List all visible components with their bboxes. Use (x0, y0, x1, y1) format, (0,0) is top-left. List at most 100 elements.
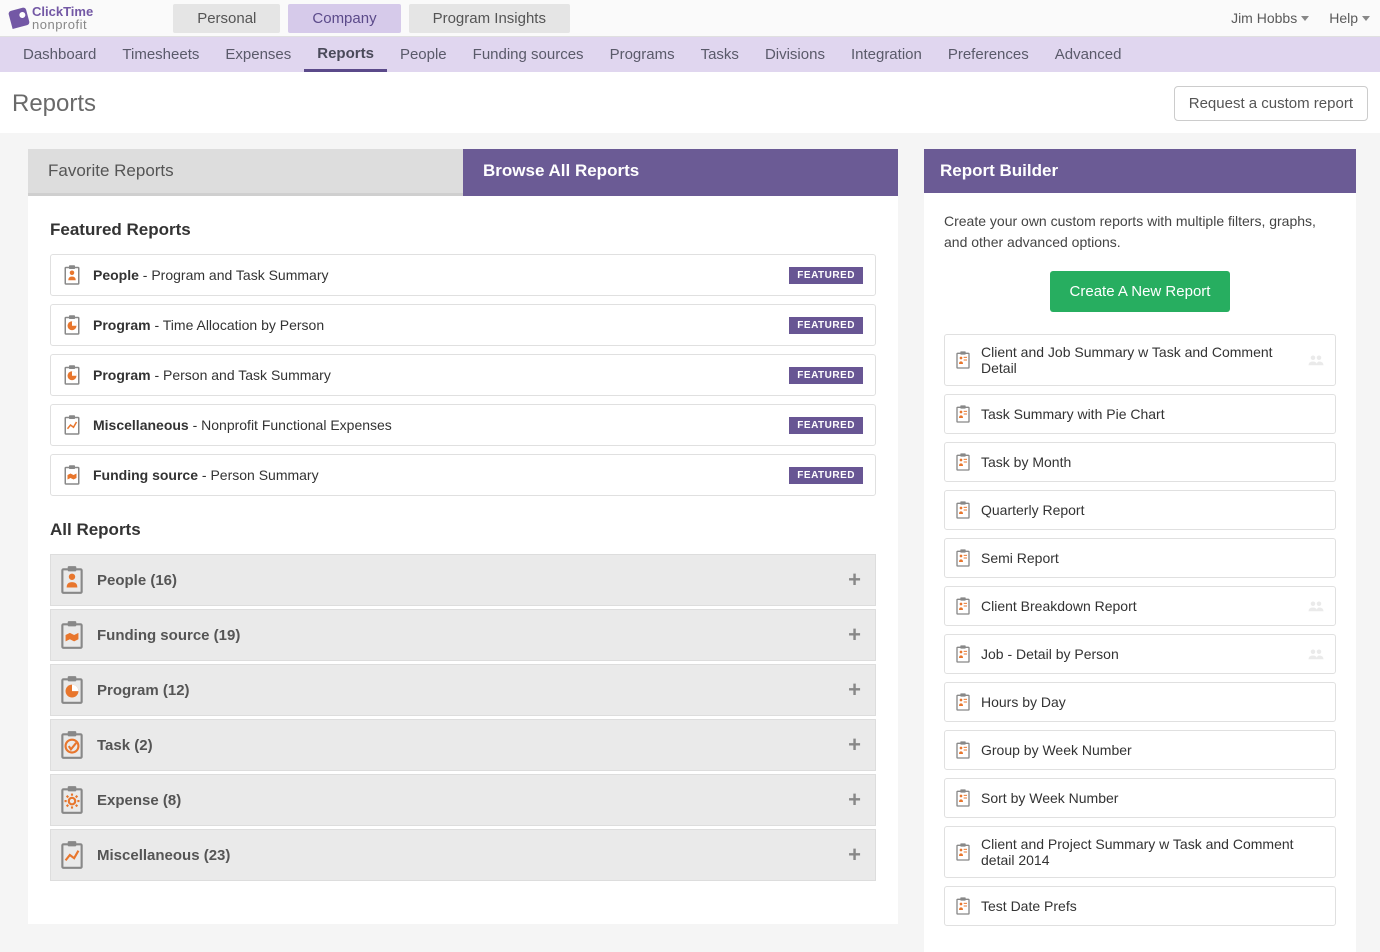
nav-divisions[interactable]: Divisions (752, 37, 838, 72)
featured-badge: FEATURED (789, 317, 863, 334)
clipboard-builder-icon (955, 452, 971, 472)
clipboard-builder-icon (955, 740, 971, 760)
expand-plus-icon: + (848, 677, 861, 703)
report-builder-item[interactable]: Task Summary with Pie Chart (944, 394, 1336, 434)
report-builder-item[interactable]: Hours by Day (944, 682, 1336, 722)
report-builder-item-label: Client and Project Summary w Task and Co… (981, 836, 1325, 868)
report-group-row[interactable]: People (16)+ (50, 554, 876, 606)
caret-down-icon (1362, 16, 1370, 21)
report-group-row[interactable]: Miscellaneous (23)+ (50, 829, 876, 881)
expand-plus-icon: + (848, 787, 861, 813)
report-builder-item[interactable]: Group by Week Number (944, 730, 1336, 770)
shared-users-icon (1307, 353, 1325, 367)
logo-text-2: nonprofit (32, 18, 93, 31)
report-group-row[interactable]: Expense (8)+ (50, 774, 876, 826)
featured-report-row[interactable]: Miscellaneous - Nonprofit Functional Exp… (50, 404, 876, 446)
nav-preferences[interactable]: Preferences (935, 37, 1042, 72)
report-group-row[interactable]: Program (12)+ (50, 664, 876, 716)
clipboard-pie-icon (63, 364, 81, 386)
logo-mark-icon (8, 7, 30, 29)
clipboard-builder-icon (955, 692, 971, 712)
nav-expenses[interactable]: Expenses (212, 37, 304, 72)
nav-tasks[interactable]: Tasks (688, 37, 752, 72)
report-group-row[interactable]: Task (2)+ (50, 719, 876, 771)
shared-users-icon (1307, 647, 1325, 661)
create-new-report-button[interactable]: Create A New Report (1050, 271, 1231, 312)
report-builder-item-label: Group by Week Number (981, 742, 1325, 758)
featured-reports-title: Featured Reports (50, 220, 876, 240)
nav-funding-sources[interactable]: Funding sources (460, 37, 597, 72)
featured-badge: FEATURED (789, 367, 863, 384)
clipboard-builder-icon (955, 404, 971, 424)
clipboard-handshake-icon (59, 620, 85, 650)
request-custom-report-button[interactable]: Request a custom report (1174, 86, 1368, 121)
shared-users-icon (1307, 599, 1325, 613)
user-name-label: Jim Hobbs (1231, 10, 1297, 26)
report-builder-description: Create your own custom reports with mult… (944, 211, 1336, 253)
report-builder-item[interactable]: Task by Month (944, 442, 1336, 482)
nav-dashboard[interactable]: Dashboard (10, 37, 109, 72)
nav-people[interactable]: People (387, 37, 460, 72)
report-builder-item[interactable]: Job - Detail by Person (944, 634, 1336, 674)
clipboard-person-icon (63, 264, 81, 286)
report-builder-item-label: Job - Detail by Person (981, 646, 1307, 662)
nav-timesheets[interactable]: Timesheets (109, 37, 212, 72)
report-group-label: Task (2) (97, 737, 848, 754)
nav-advanced[interactable]: Advanced (1042, 37, 1135, 72)
featured-report-row[interactable]: People - Program and Task SummaryFEATURE… (50, 254, 876, 296)
mode-tab-program-insights[interactable]: Program Insights (409, 4, 570, 33)
reports-body: Featured Reports People - Program and Ta… (28, 196, 898, 924)
mode-tab-company[interactable]: Company (288, 4, 400, 33)
report-builder-item[interactable]: Sort by Week Number (944, 778, 1336, 818)
clipboard-builder-icon (955, 500, 971, 520)
tab-favorite-reports[interactable]: Favorite Reports (28, 149, 463, 196)
report-group-label: Expense (8) (97, 792, 848, 809)
clipboard-chart-icon (63, 414, 81, 436)
tab-browse-all-reports[interactable]: Browse All Reports (463, 149, 898, 196)
report-builder-item-label: Task Summary with Pie Chart (981, 406, 1325, 422)
top-header: ClickTime nonprofit Personal Company Pro… (0, 0, 1380, 37)
nav-programs[interactable]: Programs (597, 37, 688, 72)
report-builder-item-label: Client and Job Summary w Task and Commen… (981, 344, 1307, 376)
mode-tab-personal[interactable]: Personal (173, 4, 280, 33)
report-builder-item[interactable]: Client Breakdown Report (944, 586, 1336, 626)
report-builder-item-label: Task by Month (981, 454, 1325, 470)
report-builder-item[interactable]: Client and Job Summary w Task and Commen… (944, 334, 1336, 386)
report-builder-body: Create your own custom reports with mult… (924, 193, 1356, 952)
all-reports-section: All Reports People (16)+Funding source (… (50, 520, 876, 881)
report-group-label: Program (12) (97, 682, 848, 699)
report-builder-item[interactable]: Client and Project Summary w Task and Co… (944, 826, 1336, 878)
clipboard-gear-icon (59, 785, 85, 815)
page-title: Reports (12, 90, 96, 118)
report-builder-item[interactable]: Quarterly Report (944, 490, 1336, 530)
help-label: Help (1329, 10, 1358, 26)
clipboard-builder-icon (955, 596, 971, 616)
all-reports-list: People (16)+Funding source (19)+Program … (50, 554, 876, 881)
report-group-label: Miscellaneous (23) (97, 847, 848, 864)
featured-report-label: Funding source - Person Summary (93, 467, 789, 483)
report-builder-item[interactable]: Test Date Prefs (944, 886, 1336, 926)
report-builder-item[interactable]: Semi Report (944, 538, 1336, 578)
clipboard-person-icon (59, 565, 85, 595)
report-builder-item-label: Semi Report (981, 550, 1325, 566)
nav-integration[interactable]: Integration (838, 37, 935, 72)
report-builder-item-label: Test Date Prefs (981, 898, 1325, 914)
featured-report-label: Miscellaneous - Nonprofit Functional Exp… (93, 417, 789, 433)
report-group-row[interactable]: Funding source (19)+ (50, 609, 876, 661)
featured-report-row[interactable]: Program - Time Allocation by PersonFEATU… (50, 304, 876, 346)
clipboard-pie-icon (63, 314, 81, 336)
user-name-dropdown[interactable]: Jim Hobbs (1231, 10, 1309, 26)
nav-reports[interactable]: Reports (304, 37, 387, 72)
featured-report-row[interactable]: Program - Person and Task SummaryFEATURE… (50, 354, 876, 396)
clipboard-chart-icon (59, 840, 85, 870)
reports-panel: Favorite Reports Browse All Reports Feat… (28, 149, 898, 952)
featured-report-row[interactable]: Funding source - Person SummaryFEATURED (50, 454, 876, 496)
help-dropdown[interactable]: Help (1329, 10, 1370, 26)
logo[interactable]: ClickTime nonprofit (10, 5, 93, 31)
report-builder-item-label: Sort by Week Number (981, 790, 1325, 806)
report-builder-item-label: Quarterly Report (981, 502, 1325, 518)
featured-report-label: Program - Person and Task Summary (93, 367, 789, 383)
content: Favorite Reports Browse All Reports Feat… (0, 133, 1380, 952)
page-header: Reports Request a custom report (0, 72, 1380, 133)
report-group-label: People (16) (97, 572, 848, 589)
